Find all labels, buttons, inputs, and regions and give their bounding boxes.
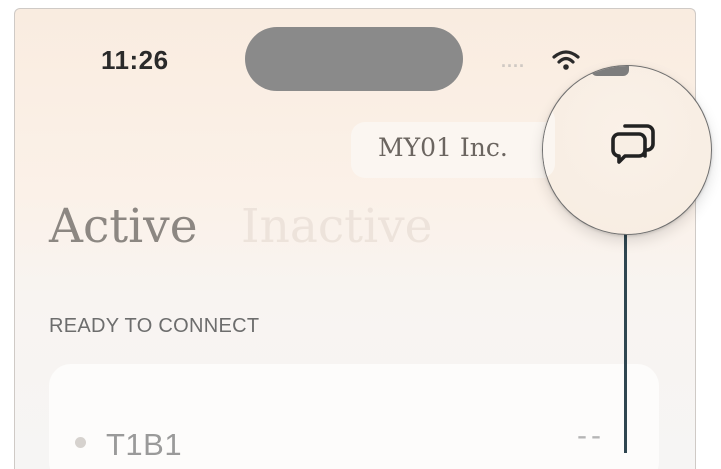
status-time: 11:26 [101,45,169,75]
dynamic-island [245,27,463,91]
wifi-icon [552,49,580,76]
section-title: READY TO CONNECT [49,315,260,337]
signal-icon: .... [501,51,526,71]
tab-inactive[interactable]: Inactive [241,199,432,254]
chat-bubbles-icon[interactable] [609,120,657,171]
battery-icon [591,66,629,76]
tab-active[interactable]: Active [49,199,198,254]
magnified-company-chip [543,106,555,178]
status-dot [75,437,86,448]
magnifier-callout [542,65,712,235]
company-name: MY01 Inc. [378,133,508,162]
device-name: T1B1 [106,427,183,462]
